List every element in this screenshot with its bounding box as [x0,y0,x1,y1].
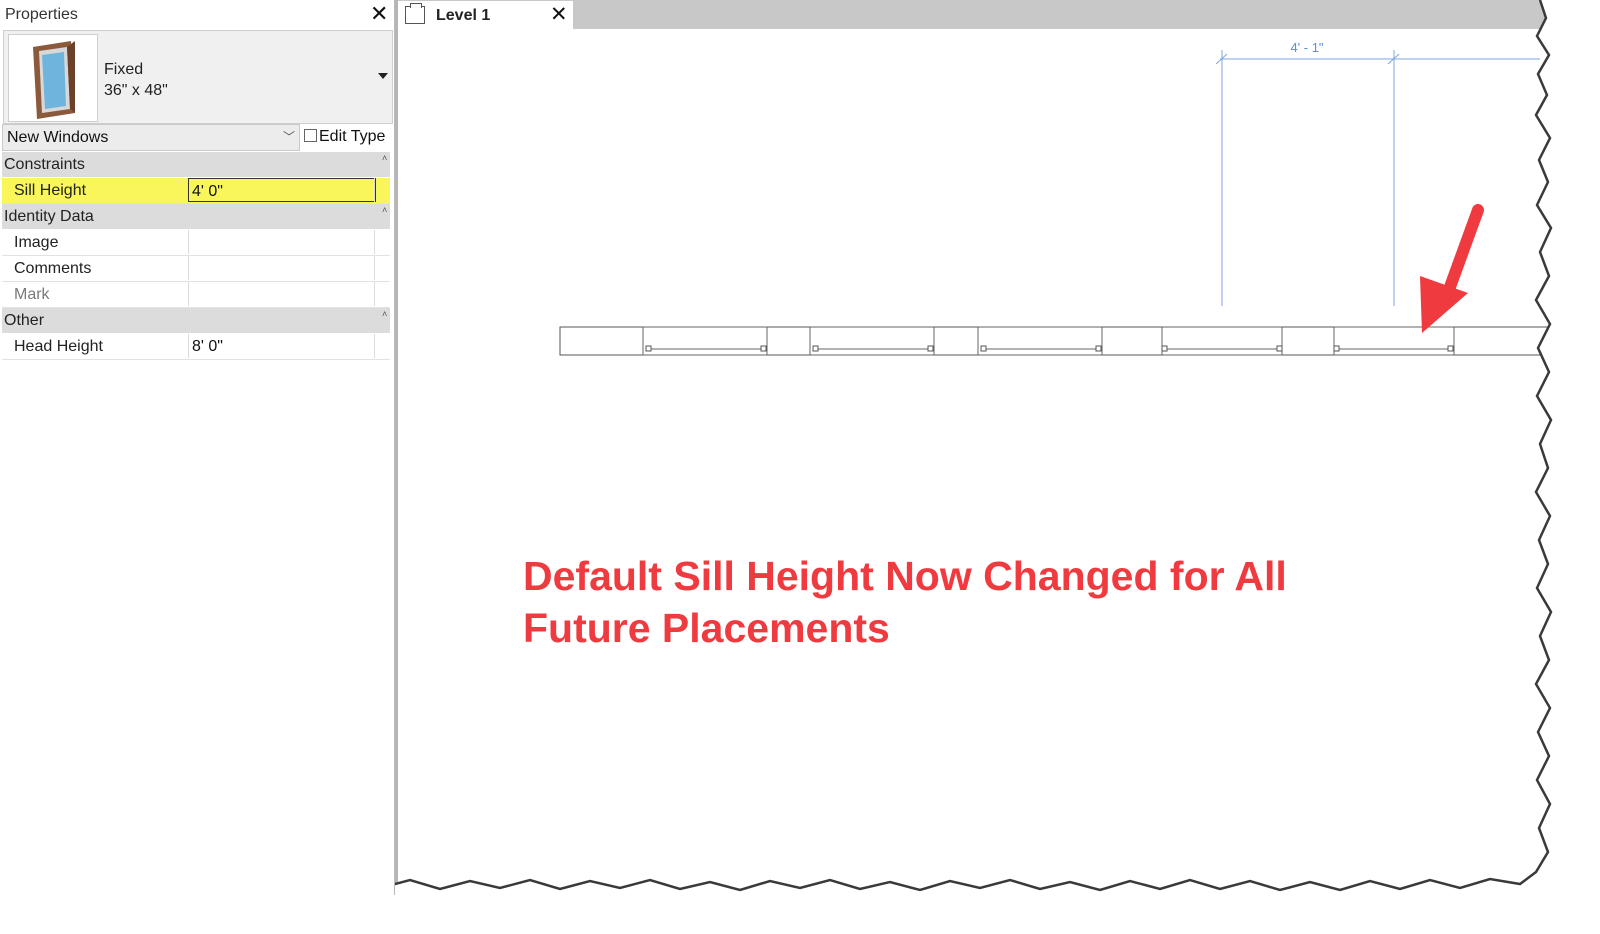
collapse-icon[interactable]: ˄ [382,309,387,319]
type-name: 36" x 48" [104,82,168,99]
image-input[interactable] [188,230,375,254]
tab-label: Level 1 [436,7,491,24]
red-arrow-icon [1420,204,1484,333]
param-label: Image [14,234,59,251]
window-instance [1333,326,1455,356]
annotation-caption: Default Sill Height Now Changed for All … [523,550,1287,654]
close-icon[interactable]: ✕ [550,4,568,25]
edit-type-label: Edit Type [319,128,386,145]
comments-input[interactable] [188,256,375,280]
window-instance [642,326,768,356]
chevron-down-icon: ﹀ [283,130,296,144]
window-instance [809,326,935,356]
instance-filter-dropdown[interactable]: New Windows ﹀ [2,124,300,151]
panel-title: Properties [5,6,78,23]
type-selector[interactable]: Fixed 36" x 48" [3,30,393,124]
param-label: Head Height [14,338,103,355]
group-label: Constraints [4,156,85,173]
param-value: 8' 0" [192,338,223,355]
group-label: Identity Data [4,208,94,225]
param-row-image[interactable]: Image [2,230,390,256]
close-icon[interactable]: ✕ [370,3,388,25]
floor-plan-view-icon [405,3,425,24]
group-constraints[interactable]: Constraints ˄ [2,152,390,177]
window-instance [977,326,1103,356]
param-label: Comments [14,260,92,277]
param-label: Sill Height [14,182,87,199]
type-family: Fixed [104,61,144,78]
param-row-mark[interactable]: Mark [2,282,390,308]
mark-input[interactable] [188,282,375,306]
param-label: Mark [14,286,50,303]
tab-level-1[interactable]: Level 1 ✕ [398,1,573,29]
view-tab-bar [394,0,1600,29]
group-label: Other [4,312,45,329]
dimension-string [1215,50,1540,306]
head-height-input[interactable]: 8' 0" [188,334,375,358]
dimension-text: 4' - 1" [1290,40,1323,55]
param-row-sill-height[interactable]: Sill Height 4' 0" [2,178,390,204]
window-instance [1161,326,1283,356]
param-value: 4' 0" [192,183,223,200]
filter-value: New Windows [7,129,109,146]
window-thumbnail-icon [8,34,98,122]
edit-type-button[interactable]: Edit Type [302,125,392,149]
param-row-comments[interactable]: Comments [2,256,390,282]
group-other[interactable]: Other ˄ [2,308,390,333]
annotation-line-2: Future Placements [523,605,890,651]
group-identity-data[interactable]: Identity Data ˄ [2,204,390,229]
properties-palette: Properties ✕ Fixed 36" x 48" New Windows… [0,0,395,895]
collapse-icon[interactable]: ˄ [382,153,387,163]
annotation-line-1: Default Sill Height Now Changed for All [523,553,1287,599]
param-row-head-height[interactable]: Head Height 8' 0" [2,334,390,360]
sill-height-input[interactable]: 4' 0" [188,178,376,202]
edit-type-icon [304,129,317,142]
chevron-down-icon[interactable] [378,73,388,79]
collapse-icon[interactable]: ˄ [382,205,387,215]
